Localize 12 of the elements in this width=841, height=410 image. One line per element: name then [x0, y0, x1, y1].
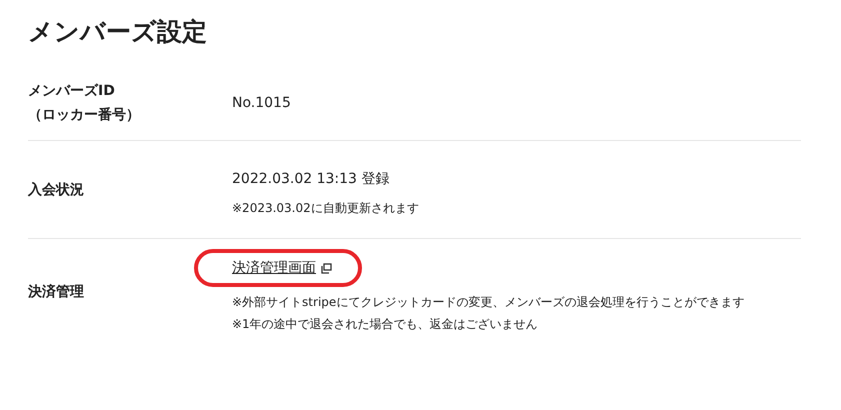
field-value: No.1015: [232, 94, 291, 113]
note-text: ※1年の途中で退会された場合でも、返金はございません: [232, 316, 539, 333]
field-value: 2022.03.02 13:13 登録: [232, 170, 390, 188]
row-label: 入会状況: [28, 180, 84, 200]
row-label: メンバーズID: [28, 82, 115, 101]
row-label: 決済管理: [28, 283, 84, 302]
row-label: （ロッカー番号）: [28, 106, 140, 125]
page-title: メンバーズ設定: [28, 16, 208, 48]
payment-link[interactable]: 決済管理画面: [232, 257, 332, 279]
external-link-icon: [321, 262, 332, 274]
note-text: ※2023.03.02に自動更新されます: [232, 200, 420, 216]
note-text: ※外部サイトstripeにてクレジットカードの変更、メンバーズの退会処理を行うことができます: [232, 294, 746, 311]
